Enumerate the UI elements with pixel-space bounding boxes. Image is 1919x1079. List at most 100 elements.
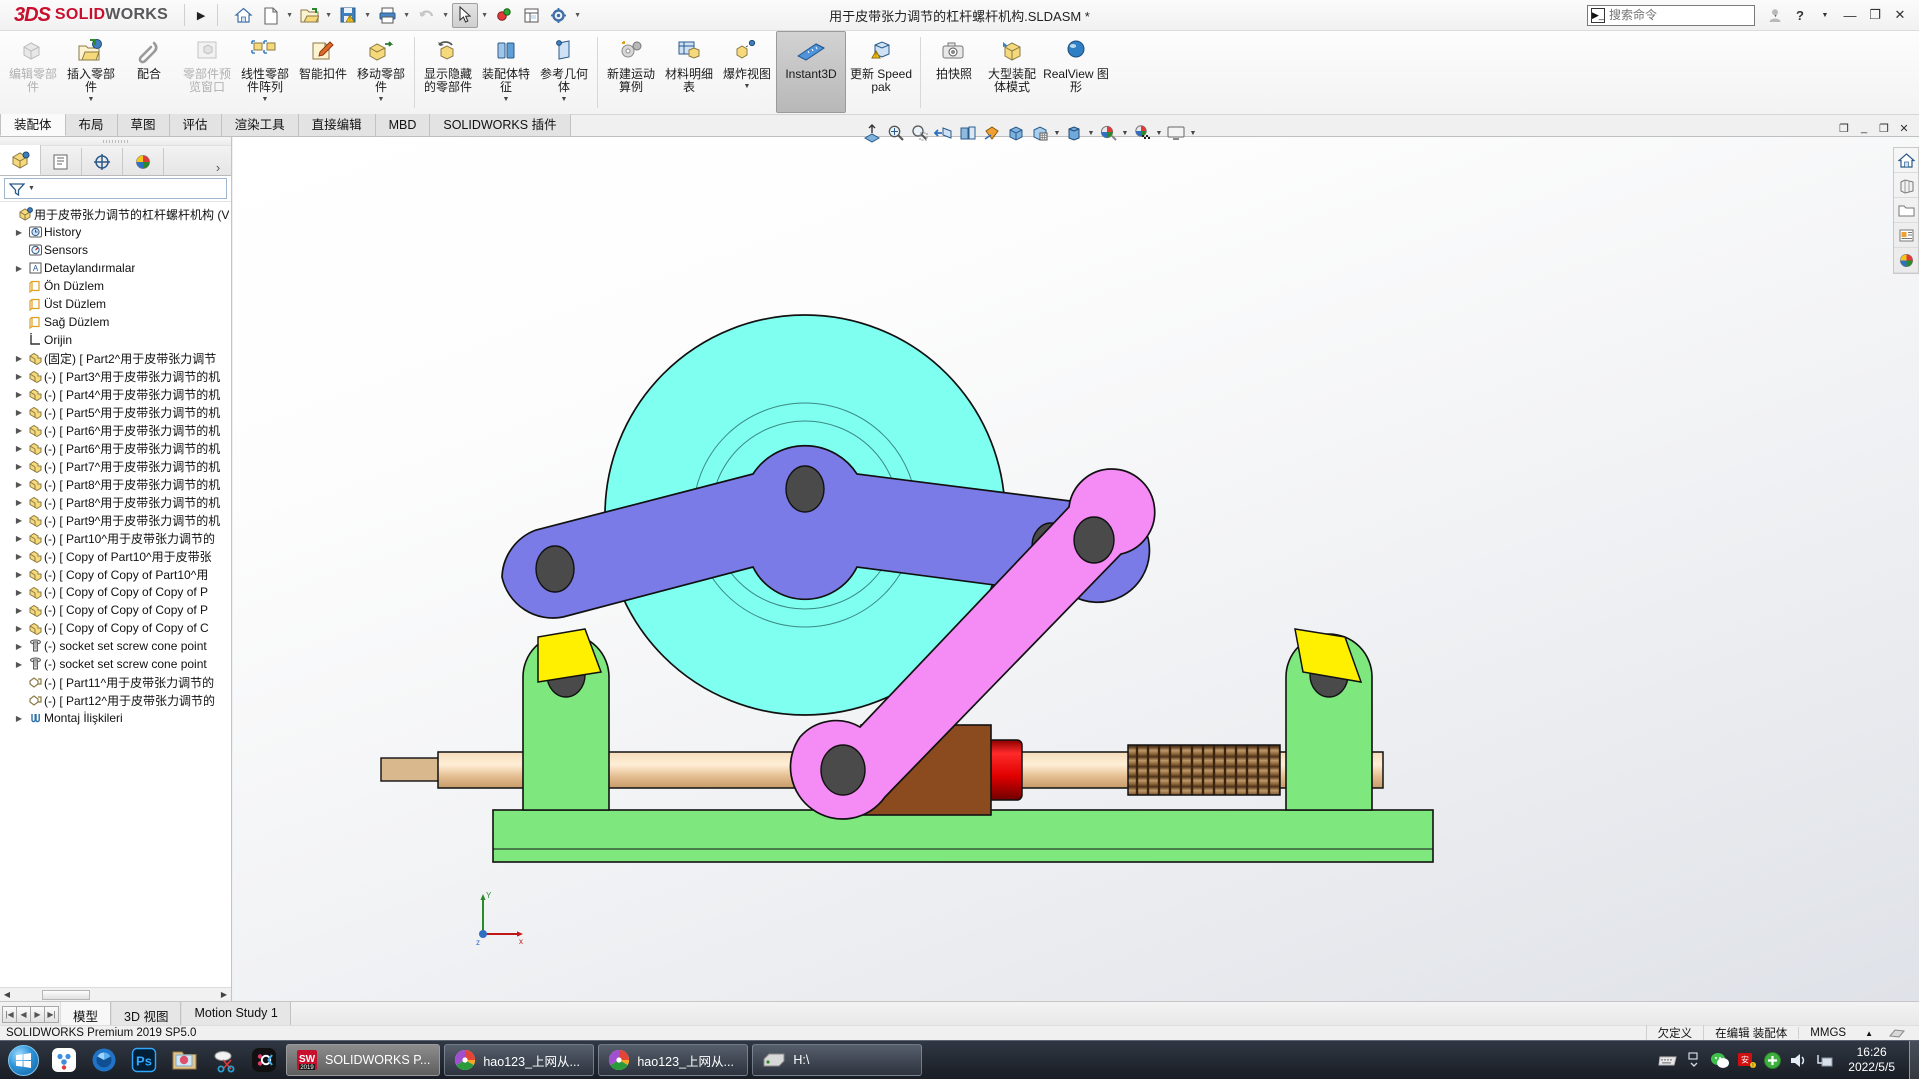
- tree-expand-arrow-icon[interactable]: ▶: [12, 534, 26, 543]
- edit-appearance-icon[interactable]: [1096, 121, 1120, 145]
- antivirus-icon[interactable]: 安!: [1736, 1050, 1757, 1070]
- tab-3d-views[interactable]: 3D 视图: [111, 1002, 182, 1026]
- tab-assembly[interactable]: 装配体: [0, 114, 66, 136]
- tree-item[interactable]: Orijin: [0, 331, 231, 349]
- tree-expand-arrow-icon[interactable]: ▶: [12, 624, 26, 633]
- ribbon-command-assembly-feature[interactable]: 装配体特征 ▼: [477, 31, 535, 113]
- tab-mbd[interactable]: MBD: [375, 114, 431, 136]
- tree-expand-arrow-icon[interactable]: ▶: [12, 408, 26, 417]
- tree-item[interactable]: ▶ (-) [ Part10^用于皮带张力调节的: [0, 529, 231, 547]
- display-style-dropdown-icon[interactable]: ▼: [1052, 121, 1062, 145]
- home-icon[interactable]: [230, 3, 256, 28]
- assembly-model-3d[interactable]: [233, 137, 1919, 1001]
- zoom-to-fit-icon[interactable]: [860, 121, 884, 145]
- select-dropdown-icon[interactable]: ▼: [479, 3, 490, 28]
- maximize-doc-icon[interactable]: ❐: [1875, 120, 1893, 136]
- tab-evaluate[interactable]: 评估: [169, 114, 222, 136]
- zoom-in-out-icon[interactable]: [908, 121, 932, 145]
- tree-item[interactable]: ▶ (-) [ Part3^用于皮带张力调节的机: [0, 367, 231, 385]
- close-button[interactable]: ✕: [1889, 3, 1911, 27]
- tree-expand-arrow-icon[interactable]: ▶: [12, 372, 26, 381]
- taskbar-pin-ok-app[interactable]: [244, 1042, 284, 1078]
- tab-layout[interactable]: 布局: [65, 114, 118, 136]
- keyboard-icon[interactable]: [1658, 1050, 1678, 1070]
- taskbar-clock[interactable]: 16:26 2022/5/5: [1840, 1045, 1901, 1075]
- panel-tabs-more-icon[interactable]: ›: [205, 160, 231, 175]
- taskbar-window-solidworks[interactable]: SW 2019 SOLIDWORKS P...: [286, 1044, 441, 1076]
- first-tab-icon[interactable]: |◀: [2, 1005, 17, 1023]
- custom-properties-icon[interactable]: [1894, 223, 1918, 248]
- restore-button[interactable]: ❐: [1864, 3, 1886, 27]
- ribbon-command-large-assembly-mode[interactable]: 大型装配体模式: [983, 31, 1041, 113]
- user-account-icon[interactable]: [1764, 3, 1786, 27]
- tree-item[interactable]: ▶ (-) [ Copy of Copy of Copy of C: [0, 619, 231, 637]
- configuration-manager-tab[interactable]: [82, 148, 123, 175]
- apply-scene-dropdown-icon[interactable]: ▼: [1154, 121, 1164, 145]
- tree-item[interactable]: ▶ (-) [ Part7^用于皮带张力调节的机: [0, 457, 231, 475]
- appearances-icon[interactable]: [1894, 173, 1918, 198]
- minimize-doc-icon[interactable]: _: [1855, 120, 1873, 136]
- tree-expand-arrow-icon[interactable]: ▶: [12, 354, 26, 363]
- tree-expand-arrow-icon[interactable]: ▶: [12, 264, 26, 273]
- command-search-box[interactable]: ▶_ ▼: [1587, 4, 1779, 26]
- tree-expand-arrow-icon[interactable]: ▶: [12, 570, 26, 579]
- hide-show-items-icon[interactable]: [1062, 121, 1086, 145]
- network-icon[interactable]: [1814, 1050, 1834, 1070]
- open-library-folder-icon[interactable]: [1894, 198, 1918, 223]
- hide-show-dropdown-icon[interactable]: ▼: [1086, 121, 1096, 145]
- tree-item[interactable]: Üst Düzlem: [0, 295, 231, 313]
- tab-sketch[interactable]: 草图: [117, 114, 170, 136]
- taskbar-pin-photo-folder[interactable]: [164, 1042, 204, 1078]
- ribbon-command-show-hidden-components[interactable]: 显示隐藏的零部件: [419, 31, 477, 113]
- ribbon-command-new-motion-study[interactable]: 新建运动算例: [602, 31, 660, 113]
- ribbon-command-exploded-view[interactable]: 爆炸视图 ▼: [718, 31, 776, 113]
- tree-item[interactable]: ▶ (-) [ Copy of Part10^用于皮带张: [0, 547, 231, 565]
- tree-item[interactable]: ▶ Montaj İlişkileri: [0, 709, 231, 727]
- view-settings-icon[interactable]: [1164, 121, 1188, 145]
- help-dropdown-icon[interactable]: ▼: [1814, 3, 1836, 27]
- tab-direct-editing[interactable]: 直接编辑: [298, 114, 376, 136]
- taskbar-window-hao123-2[interactable]: hao123_上网从...: [598, 1044, 749, 1076]
- open-dropdown-icon[interactable]: ▼: [323, 3, 334, 28]
- wechat-icon[interactable]: [1710, 1050, 1730, 1070]
- tab-render-tools[interactable]: 渲染工具: [221, 114, 299, 136]
- undo-icon[interactable]: [413, 3, 439, 28]
- save-dropdown-icon[interactable]: ▼: [362, 3, 373, 28]
- tree-expand-arrow-icon[interactable]: ▶: [12, 606, 26, 615]
- ribbon-command-move-component[interactable]: 移动零部件 ▼: [352, 31, 410, 113]
- ribbon-dropdown-icon[interactable]: ▼: [262, 96, 269, 103]
- menu-expand-arrow-icon[interactable]: ▶: [191, 9, 211, 22]
- new-document-icon[interactable]: [257, 3, 283, 28]
- tree-item[interactable]: ▶ (-) [ Copy of Copy of Part10^用: [0, 565, 231, 583]
- ribbon-command-take-snapshot[interactable]: 拍快照: [925, 31, 983, 113]
- status-units[interactable]: MMGS: [1798, 1027, 1857, 1039]
- ribbon-command-reference-geometry[interactable]: 参考几何体 ▼: [535, 31, 593, 113]
- zoom-to-area-icon[interactable]: [884, 121, 908, 145]
- minimize-button[interactable]: —: [1839, 3, 1861, 27]
- restore-doc-icon[interactable]: ❐: [1835, 120, 1853, 136]
- print-dropdown-icon[interactable]: ▼: [401, 3, 412, 28]
- ribbon-command-update-speedpak[interactable]: ! 更新 Speedpak: [846, 31, 916, 113]
- tree-item[interactable]: ▶ (-) [ Part6^用于皮带张力调节的机: [0, 439, 231, 457]
- ribbon-dropdown-icon[interactable]: ▼: [88, 96, 95, 103]
- ribbon-command-component-preview[interactable]: 零部件预览窗口: [178, 31, 236, 113]
- previous-view-icon[interactable]: [932, 121, 956, 145]
- prev-tab-icon[interactable]: ◀: [16, 1005, 31, 1023]
- display-style-icon[interactable]: [1028, 121, 1052, 145]
- help-button[interactable]: ?: [1789, 3, 1811, 27]
- tree-expand-arrow-icon[interactable]: ▶: [12, 660, 26, 669]
- search-input[interactable]: [1608, 8, 1764, 22]
- ribbon-command-instant3d[interactable]: Instant3D: [776, 31, 846, 113]
- view-settings-dropdown-icon[interactable]: ▼: [1188, 121, 1198, 145]
- drawing-sheet-icon[interactable]: [518, 3, 544, 28]
- tree-item[interactable]: ▶ (-) [ Copy of Copy of Copy of P: [0, 583, 231, 601]
- save-icon[interactable]: !: [335, 3, 361, 28]
- ribbon-command-edit-component[interactable]: 编辑零部件: [4, 31, 62, 113]
- tree-expand-arrow-icon[interactable]: ▶: [12, 480, 26, 489]
- appearance-sphere-icon[interactable]: [1894, 248, 1918, 273]
- tab-motion-study[interactable]: Motion Study 1: [181, 1002, 291, 1026]
- threaded-rod-part[interactable]: [1127, 744, 1281, 796]
- tree-item[interactable]: ▶ History: [0, 223, 231, 241]
- tree-expand-arrow-icon[interactable]: ▶: [12, 462, 26, 471]
- tree-item[interactable]: ▶ (-) [ Part9^用于皮带张力调节的机: [0, 511, 231, 529]
